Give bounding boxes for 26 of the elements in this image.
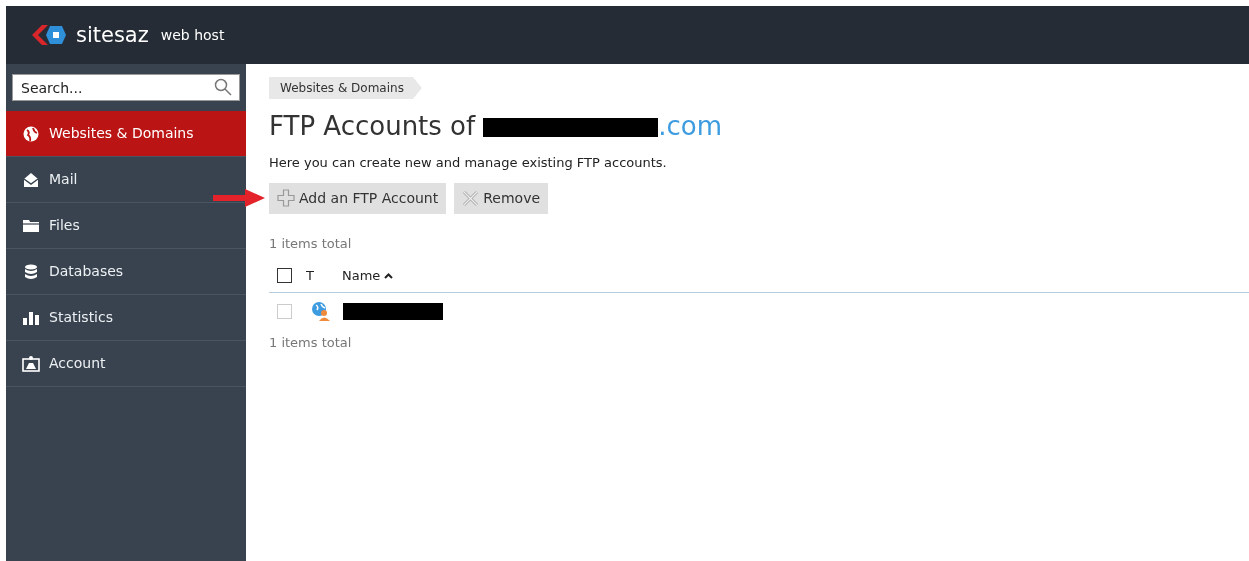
items-total: 1 items total: [269, 234, 353, 253]
column-header[interactable]: Name: [342, 265, 394, 286]
globe-icon: [22, 124, 40, 143]
id-card-icon: [22, 354, 40, 373]
row-checkbox[interactable]: [277, 303, 292, 319]
brand-tagline: web host: [160, 25, 225, 45]
plus-icon: [277, 189, 295, 207]
annotation-arrow: [211, 186, 267, 210]
page-description: Here you can create new and manage existing FTP accounts.: [269, 154, 668, 172]
items-total: 1 items total: [269, 334, 353, 352]
add-button[interactable]: Add an FTP Account: [269, 182, 447, 214]
search-icon: [214, 78, 232, 96]
envelope-icon: [22, 170, 40, 189]
sort-ascending-icon: [384, 272, 394, 279]
remove-button[interactable]: Remove: [454, 182, 549, 214]
column-header[interactable]: T: [306, 265, 342, 286]
cross-icon: [462, 189, 480, 207]
search-field[interactable]: Search...: [12, 74, 240, 101]
domain-text: .com: [658, 113, 722, 139]
breadcrumb-link[interactable]: Websites & Domains: [269, 77, 422, 99]
page-title: FTP Accounts of: [269, 113, 476, 139]
brand-name: sitesaz: [76, 24, 149, 46]
ftp-user-icon: [311, 301, 331, 321]
sidebar-item[interactable]: Websites & Domains: [6, 111, 246, 157]
select-all-checkbox[interactable]: [277, 268, 292, 283]
database-icon: [22, 262, 40, 281]
